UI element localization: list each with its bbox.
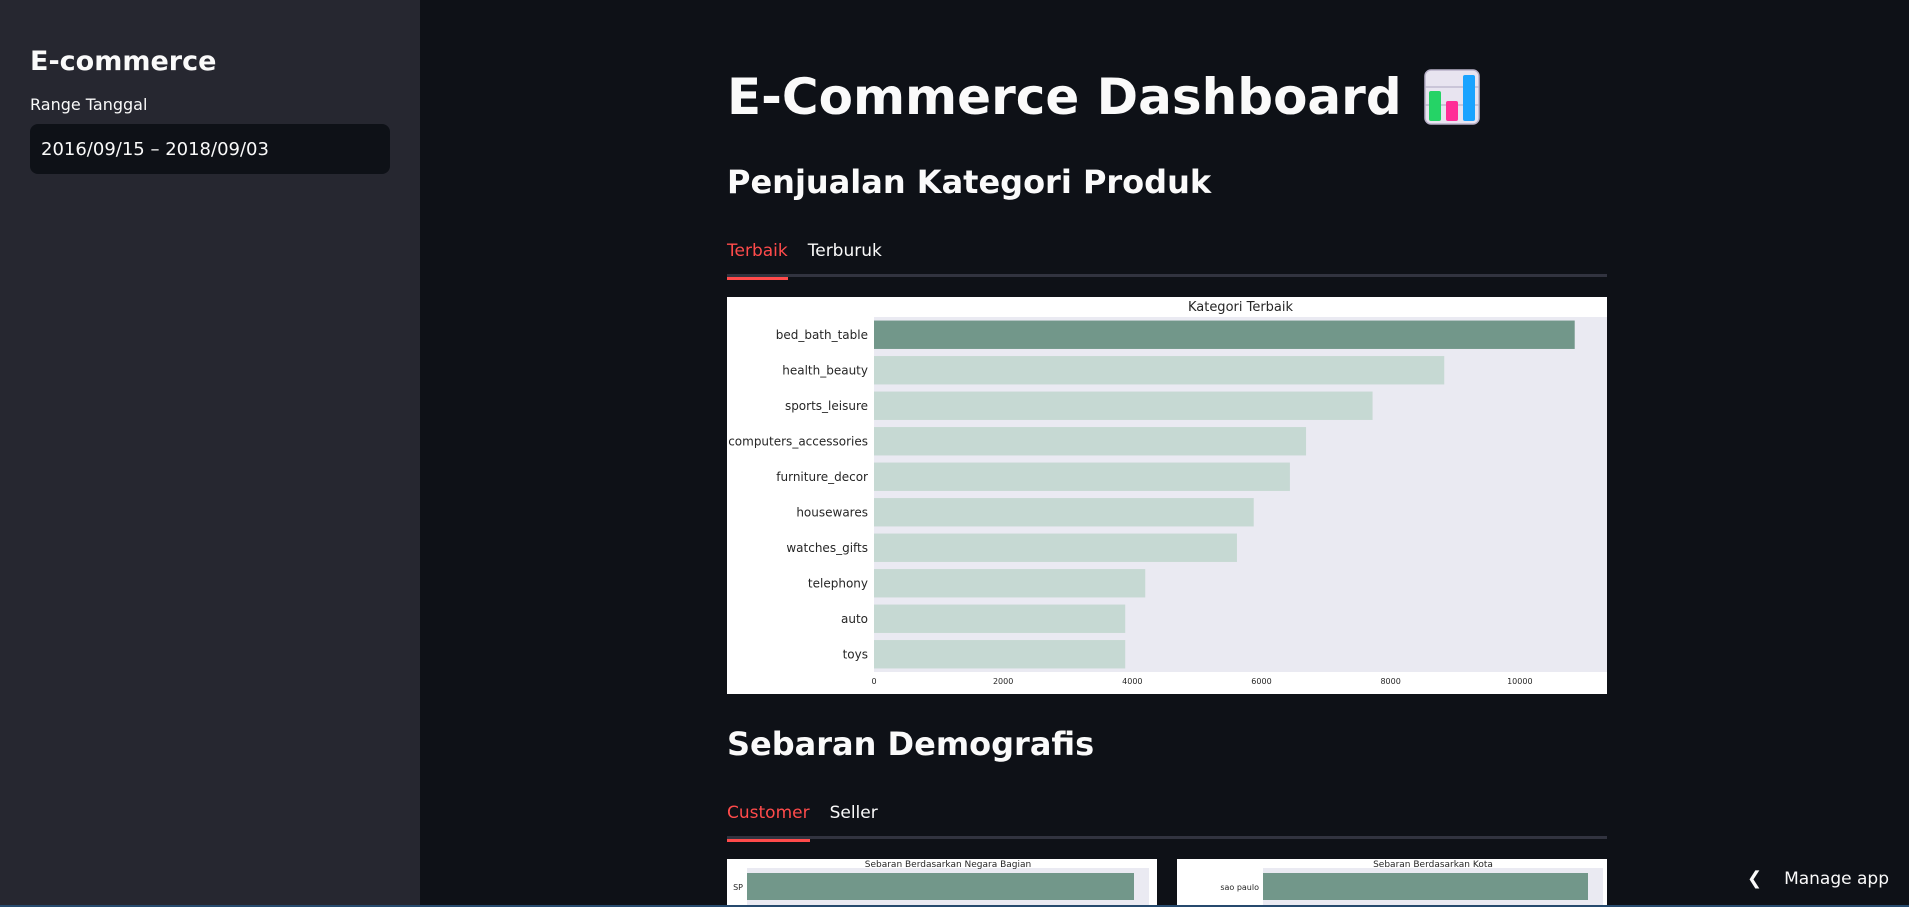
chart-city-svg: Sebaran Berdasarkan Kota sao paulo: [1220, 860, 1603, 907]
bar-bed_bath_table: [874, 320, 1575, 349]
category-label-toys: toys: [843, 647, 868, 661]
manage-app-label: Manage app: [1784, 868, 1889, 889]
category-label-sports_leisure: sports_leisure: [785, 399, 868, 413]
category-label-furniture_decor: furniture_decor: [776, 470, 868, 484]
chart-city-distribution: Sebaran Berdasarkan Kota sao paulo: [1177, 859, 1607, 907]
category-label-health_beauty: health_beauty: [782, 363, 868, 377]
x-tick-label: 4000: [1122, 677, 1142, 686]
bar-health_beauty: [874, 356, 1445, 385]
tabs-demografis: Customer Seller: [727, 795, 1607, 842]
chart-state-svg: Sebaran Berdasarkan Negara Bagian SP: [733, 860, 1149, 907]
sidebar-title: E-commerce: [30, 46, 217, 77]
x-tick-label: 10000: [1507, 677, 1532, 686]
category-label-bed_bath_table: bed_bath_table: [776, 328, 868, 342]
category-label-housewares: housewares: [796, 505, 868, 519]
x-tick-label: 8000: [1380, 677, 1400, 686]
bar-housewares: [874, 498, 1254, 527]
chevron-left-icon: ❮: [1746, 868, 1763, 889]
x-tick-label: 0: [871, 677, 876, 686]
section-heading-demografis: Sebaran Demografis: [727, 725, 1095, 763]
bar-sao paulo: [1263, 873, 1588, 900]
x-tick-label: 2000: [993, 677, 1013, 686]
bar-sports_leisure: [874, 391, 1373, 420]
page-title: E-Commerce Dashboard: [727, 68, 1480, 126]
bar-chart-icon: [1423, 69, 1480, 125]
category-label-telephony: telephony: [808, 576, 868, 590]
sidebar: E-commerce Range Tanggal 2016/09/15 – 20…: [0, 0, 420, 905]
chart-title: Kategori Terbaik: [1188, 300, 1294, 315]
bar-auto: [874, 604, 1126, 633]
chart-state-distribution: Sebaran Berdasarkan Negara Bagian SP: [727, 859, 1157, 907]
manage-app-button[interactable]: ❮ Manage app: [1747, 868, 1889, 889]
bar-telephony: [874, 569, 1146, 598]
page-title-text: E-Commerce Dashboard: [727, 68, 1402, 126]
date-range-label: Range Tanggal: [30, 95, 148, 114]
date-range-input[interactable]: 2016/09/15 – 2018/09/03: [30, 124, 390, 174]
chart-best-categories-svg: Kategori Terbaik bed_bath_table health_bea…: [728, 300, 1607, 686]
tab-seller[interactable]: Seller: [830, 795, 878, 839]
category-label: SP: [733, 883, 743, 892]
bar-watches_gifts: [874, 533, 1237, 562]
bar-computers_accessories: [874, 427, 1307, 456]
category-label-watches_gifts: watches_gifts: [786, 541, 868, 555]
bar-toys: [874, 640, 1126, 669]
bar-SP: [747, 873, 1134, 900]
section-heading-sales: Penjualan Kategori Produk: [727, 163, 1212, 201]
chart-title: Sebaran Berdasarkan Negara Bagian: [865, 860, 1031, 870]
bar-furniture_decor: [874, 462, 1290, 491]
chart-title: Sebaran Berdasarkan Kota: [1373, 860, 1493, 870]
x-tick-label: 6000: [1251, 677, 1271, 686]
tab-terburuk[interactable]: Terburuk: [808, 233, 882, 277]
category-label-computers_accessories: computers_accessories: [728, 434, 868, 448]
tab-customer[interactable]: Customer: [727, 795, 810, 842]
category-label-auto: auto: [841, 612, 868, 626]
tabs-category: Terbaik Terburuk: [727, 233, 1607, 280]
tab-terbaik[interactable]: Terbaik: [727, 233, 788, 280]
category-label: sao paulo: [1220, 883, 1259, 892]
chart-best-categories: Kategori Terbaik bed_bath_table health_bea…: [727, 297, 1607, 694]
